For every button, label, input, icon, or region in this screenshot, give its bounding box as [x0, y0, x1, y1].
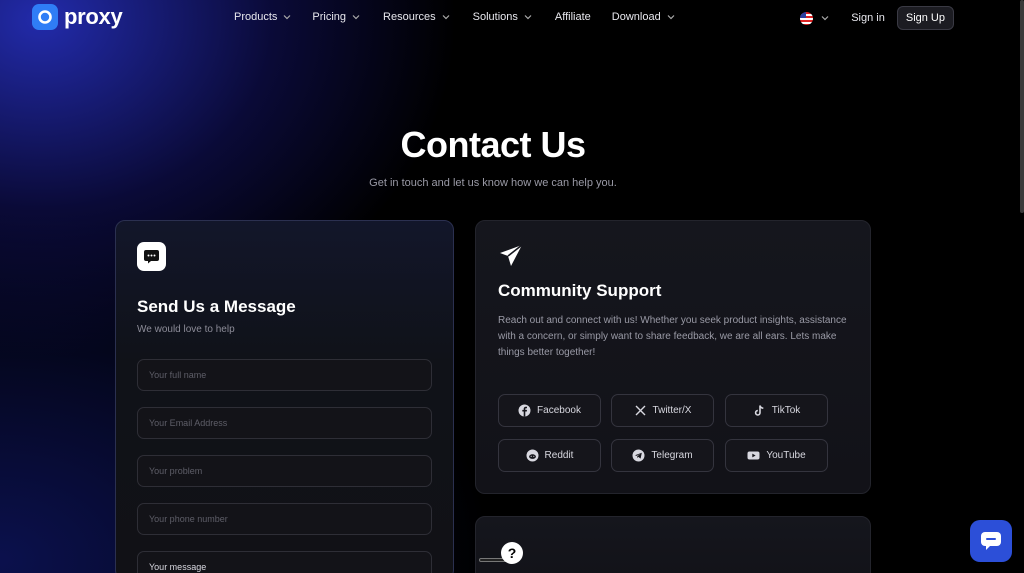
social-label: Facebook — [537, 405, 581, 416]
social-label: Twitter/X — [652, 405, 692, 416]
social-label: Reddit — [544, 450, 574, 461]
paper-plane-icon — [500, 244, 523, 266]
top-navigation: proxy Products Pricing Resources Solutio… — [0, 0, 1024, 36]
send-message-title: Send Us a Message — [137, 297, 296, 316]
tiktok-button[interactable]: TikTok — [725, 394, 828, 427]
tiktok-icon — [754, 405, 764, 416]
nav-item-products[interactable]: Products — [234, 11, 291, 23]
problem-input[interactable] — [137, 455, 432, 487]
live-chat-button[interactable] — [970, 520, 1012, 562]
page-title: Contact Us — [400, 124, 586, 165]
nav-item-solutions[interactable]: Solutions — [473, 11, 532, 23]
chevron-down-icon — [442, 15, 450, 20]
faq-card — [475, 516, 871, 573]
question-mark-icon: ? — [501, 542, 523, 564]
send-message-card: Send Us a Message We would love to help — [115, 220, 454, 573]
chevron-down-icon — [283, 15, 291, 20]
page-subtitle: Get in touch and let us know how we can … — [369, 177, 617, 189]
facebook-icon — [518, 404, 531, 417]
chat-message-icon — [137, 242, 166, 271]
reddit-button[interactable]: Reddit — [498, 439, 601, 472]
twitter-x-button[interactable]: Twitter/X — [611, 394, 714, 427]
community-support-card: Community Support Reach out and connect … — [475, 220, 871, 494]
youtube-icon — [747, 451, 760, 460]
social-label: TikTok — [771, 405, 801, 416]
social-label: YouTube — [766, 450, 806, 461]
nav-actions: Sign in Sign Up — [800, 6, 954, 30]
main-menu: Products Pricing Resources Solutions Aff… — [234, 11, 675, 23]
x-icon — [635, 405, 646, 416]
chevron-down-icon — [821, 16, 829, 21]
nav-item-label: Resources — [383, 11, 436, 23]
nav-item-label: Affiliate — [554, 11, 591, 23]
chevron-down-icon — [667, 15, 675, 20]
telegram-icon — [632, 449, 645, 462]
chat-bubble-icon — [981, 532, 1001, 550]
nav-item-resources[interactable]: Resources — [383, 11, 450, 23]
chevron-down-icon — [352, 15, 360, 20]
signin-link[interactable]: Sign in — [851, 12, 885, 24]
reddit-icon — [526, 449, 539, 462]
nav-item-label: Pricing — [312, 11, 347, 23]
brand-logo[interactable]: proxy — [32, 4, 123, 30]
message-input[interactable] — [137, 551, 432, 573]
community-support-text: Reach out and connect with us! Whether y… — [498, 315, 847, 358]
chevron-down-icon — [524, 15, 532, 20]
nav-item-download[interactable]: Download — [612, 11, 675, 23]
nav-item-label: Solutions — [472, 11, 518, 23]
nav-item-label: Products — [234, 11, 278, 23]
us-flag-icon — [800, 11, 814, 25]
signup-button[interactable]: Sign Up — [896, 6, 954, 30]
phone-input[interactable] — [137, 503, 432, 535]
email-input[interactable] — [137, 407, 432, 439]
nav-item-pricing[interactable]: Pricing — [312, 11, 360, 23]
community-support-title: Community Support — [498, 281, 662, 300]
full-name-input[interactable] — [137, 359, 432, 391]
telegram-button[interactable]: Telegram — [611, 439, 714, 472]
social-label: Telegram — [651, 450, 693, 461]
proxy-logo-icon — [32, 4, 58, 30]
nav-item-label: Download — [611, 11, 661, 23]
page-scrollbar[interactable] — [1020, 0, 1024, 213]
nav-item-affiliate[interactable]: Affiliate — [555, 11, 591, 23]
send-message-subtitle: We would love to help — [137, 324, 235, 335]
facebook-button[interactable]: Facebook — [498, 394, 601, 427]
brand-name: proxy — [64, 4, 123, 29]
youtube-button[interactable]: YouTube — [725, 439, 828, 472]
language-selector[interactable] — [800, 11, 829, 25]
